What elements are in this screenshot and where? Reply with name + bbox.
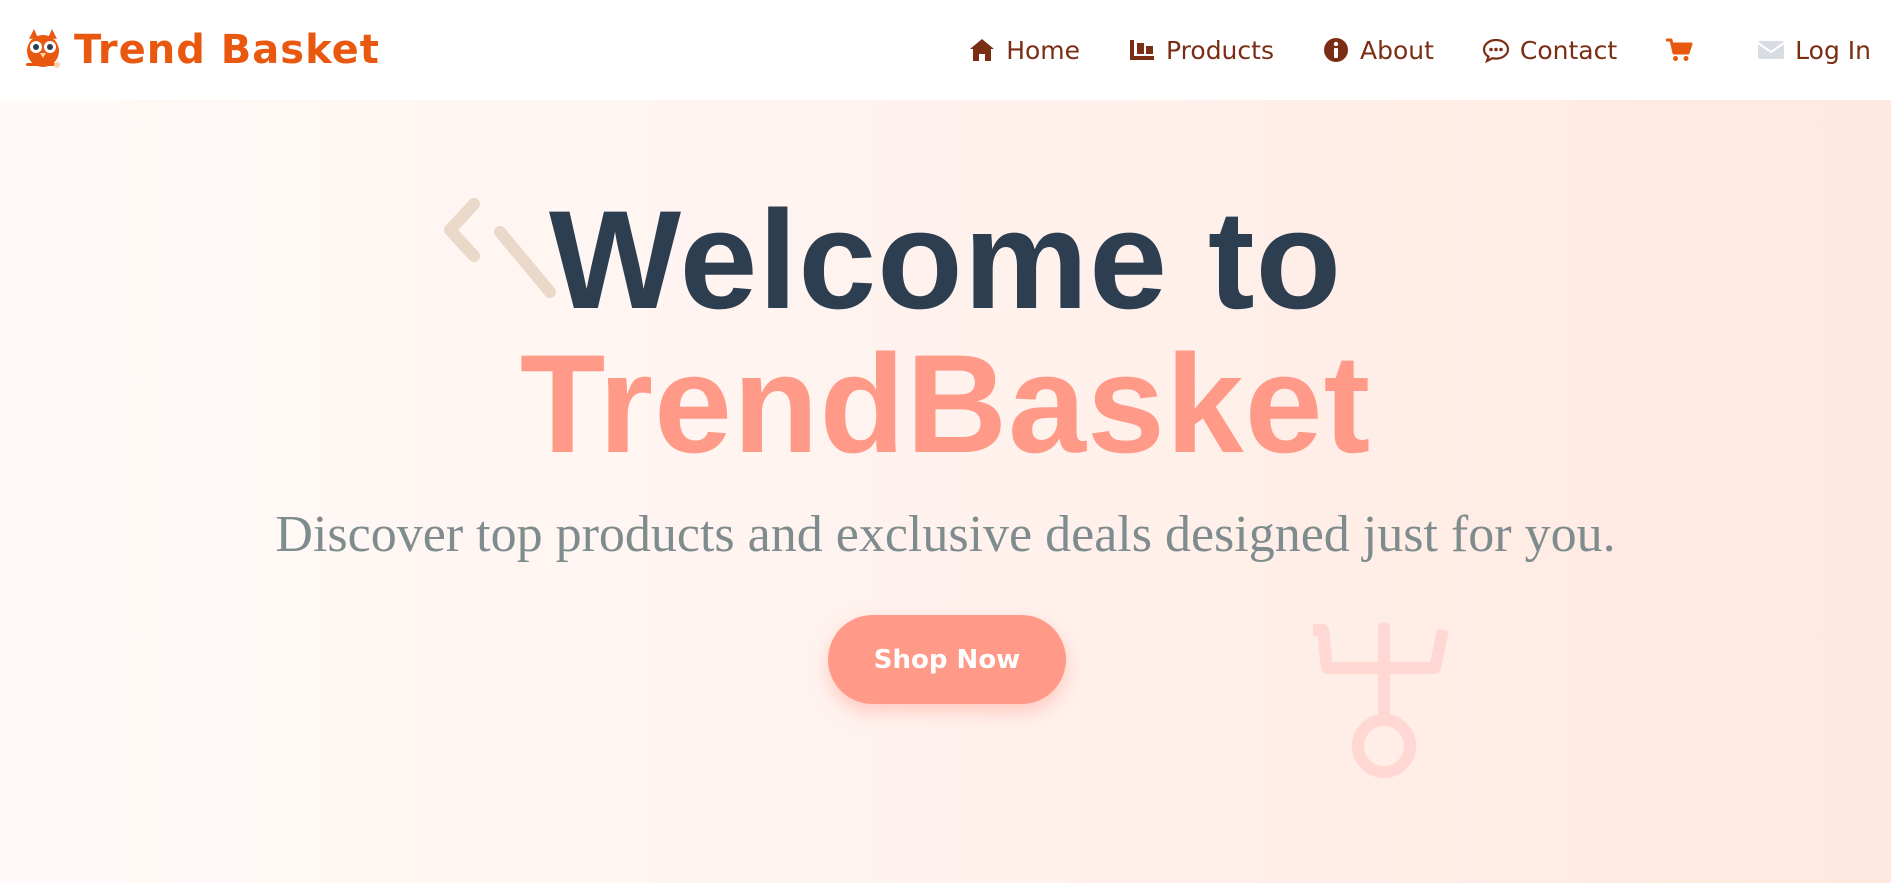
shop-now-button[interactable]: Shop Now (828, 615, 1066, 704)
nav-menu: Home Products About Contact Log In (968, 0, 1871, 100)
chat-icon (1482, 37, 1510, 63)
nav-login-link[interactable]: Log In (1757, 36, 1871, 65)
nav-about-link[interactable]: About (1322, 36, 1434, 65)
hero-section: Welcome to TrendBasket Discover top prod… (0, 100, 1891, 883)
nav-contact-link[interactable]: Contact (1482, 36, 1617, 65)
nav-login-label: Log In (1795, 35, 1871, 65)
nav-products-link[interactable]: Products (1128, 36, 1274, 65)
brand-logo-link[interactable]: Trend Basket (20, 25, 380, 75)
owl-logo-icon (20, 25, 66, 75)
nav-home-link[interactable]: Home (968, 36, 1080, 65)
navbar: Trend Basket Home Products About Contact… (0, 0, 1891, 100)
products-icon (1128, 37, 1156, 63)
cart-decoration-icon (1305, 620, 1450, 784)
nav-about-label: About (1359, 35, 1434, 65)
nav-cart-link[interactable] (1665, 37, 1703, 63)
hero-title-line1: Welcome to (548, 181, 1343, 338)
home-icon (968, 37, 996, 63)
envelope-icon (1757, 39, 1785, 61)
cart-icon (1665, 37, 1693, 63)
info-icon (1322, 36, 1350, 64)
nav-contact-label: Contact (1519, 35, 1618, 65)
hero-subtitle: Discover top products and exclusive deal… (275, 506, 1616, 563)
nav-home-label: Home (1006, 35, 1081, 65)
nav-products-label: Products (1166, 35, 1274, 65)
hero-title-line2: TrendBasket (519, 325, 1372, 482)
brand-name: Trend Basket (74, 27, 380, 73)
